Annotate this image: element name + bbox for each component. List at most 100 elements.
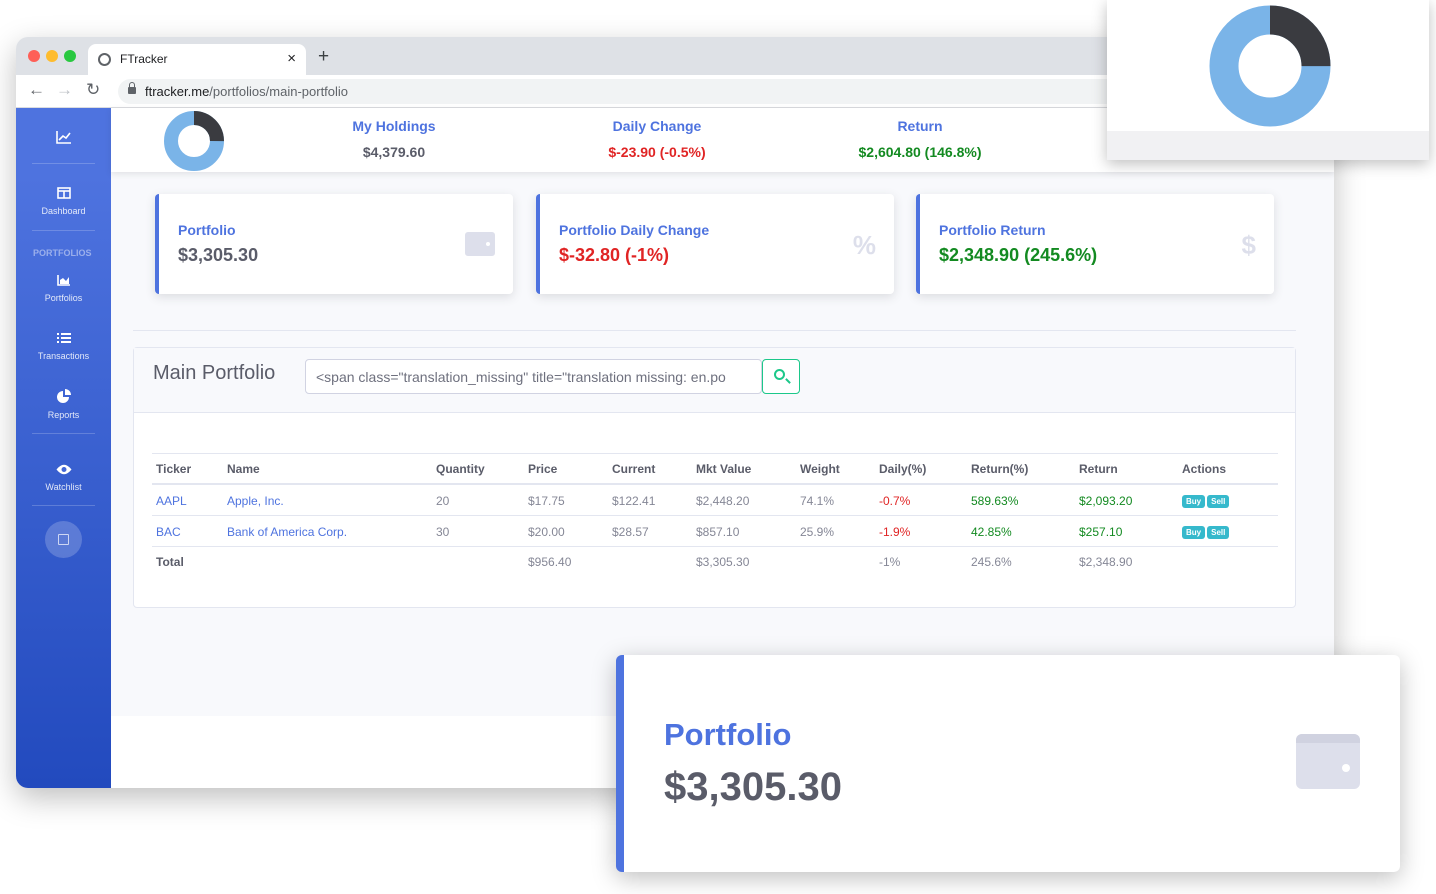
forward-arrow-icon[interactable]: →: [56, 80, 73, 100]
sidebar-item-transactions[interactable]: Transactions: [16, 331, 111, 361]
column-header[interactable]: Mkt Value: [692, 453, 796, 485]
sidebar-item-portfolios[interactable]: Portfolios: [16, 273, 111, 303]
holdings-donut-chart: [164, 111, 224, 171]
search-icon: [774, 369, 785, 380]
tab-title: FTracker: [120, 52, 168, 66]
sidebar-item-label: Reports: [47, 410, 80, 420]
my-holdings-stat: My Holdings $4,379.60: [294, 118, 494, 160]
lock-icon: [128, 82, 136, 94]
buy-button[interactable]: Buy: [1182, 495, 1206, 508]
sidebar-divider: [32, 163, 95, 164]
total-daily-cell: -1%: [879, 555, 901, 569]
zoomed-portfolio-card: Portfolio $3,305.30: [616, 655, 1400, 872]
name-link[interactable]: Apple, Inc.: [223, 484, 432, 516]
sidebar-item-dashboard[interactable]: Dashboard: [16, 186, 111, 216]
sidebar-brand[interactable]: [16, 130, 111, 151]
portfolio-daily-change-card: Portfolio Daily Change $-32.80 (-1%) %: [536, 194, 894, 294]
column-header[interactable]: Quantity: [432, 453, 524, 485]
card-label: Portfolio Return: [939, 222, 1046, 238]
search-button[interactable]: [762, 359, 800, 394]
column-header[interactable]: Current: [608, 453, 692, 485]
column-header[interactable]: Weight: [796, 453, 875, 485]
globe-icon: [98, 53, 111, 66]
return-pct-cell: 42.85%: [967, 515, 1075, 547]
maximize-window-button[interactable]: [64, 50, 76, 62]
my-holdings-label: My Holdings: [352, 118, 436, 134]
back-arrow-icon[interactable]: ←: [28, 80, 45, 100]
sidebar-item-reports[interactable]: Reports: [16, 389, 111, 420]
ticker-link[interactable]: BAC: [152, 515, 223, 547]
eye-icon: [16, 462, 111, 478]
percent-icon: %: [852, 230, 876, 260]
zoomed-donut-card: [1107, 0, 1429, 160]
buy-button[interactable]: Buy: [1182, 526, 1206, 539]
column-header[interactable]: Return: [1075, 453, 1178, 485]
sidebar-item-label: Watchlist: [45, 482, 82, 492]
sidebar: Dashboard PORTFOLIOS Portfolios Transact…: [16, 108, 111, 788]
card-value: $3,305.30: [178, 245, 259, 265]
return-stat: Return $2,604.80 (146.8%): [820, 118, 1020, 160]
divider: [133, 330, 1296, 331]
sidebar-toggle-button[interactable]: [45, 521, 82, 558]
sidebar-item-label: Transactions: [37, 351, 90, 361]
weight-cell: 25.9%: [796, 515, 875, 547]
zoomed-donut-chart: [1209, 5, 1331, 127]
wallet-icon: [465, 232, 495, 256]
ticker-link[interactable]: AAPL: [152, 484, 223, 516]
current-cell: $28.57: [608, 515, 692, 547]
sidebar-divider: [32, 230, 95, 231]
daily-change-value: $-23.90 (-0.5%): [608, 144, 706, 160]
panel-header: Main Portfolio: [134, 348, 1295, 413]
list-icon: [16, 331, 111, 347]
table-columns-icon: [16, 186, 111, 202]
chart-line-icon: [16, 130, 111, 147]
close-window-button[interactable]: [28, 50, 40, 62]
url-text: ftracker.me/portfolios/main-portfolio: [145, 84, 349, 99]
price-cell: $17.75: [524, 484, 608, 516]
column-header[interactable]: Daily(%): [875, 453, 967, 485]
column-header[interactable]: Name: [223, 453, 432, 485]
weight-cell: 74.1%: [796, 484, 875, 516]
name-link[interactable]: Bank of America Corp.: [223, 515, 432, 547]
holdings-table: Ticker Name Quantity Price Current Mkt V…: [152, 453, 1278, 576]
sell-button[interactable]: Sell: [1207, 495, 1230, 508]
total-row: Total $956.40 $3,305.30 -1% 245.6% $2,34…: [152, 547, 1278, 577]
sidebar-heading: PORTFOLIOS: [33, 248, 92, 258]
column-header[interactable]: Price: [524, 453, 608, 485]
dollar-icon: $: [1241, 230, 1256, 260]
column-header[interactable]: Return(%): [967, 453, 1075, 485]
sidebar-item-watchlist[interactable]: Watchlist: [16, 462, 111, 492]
current-cell: $122.41: [608, 484, 692, 516]
return-label: Return: [897, 118, 943, 134]
sidebar-divider: [32, 505, 95, 506]
panel-title: Main Portfolio: [153, 362, 276, 384]
total-return-pct-cell: 245.6%: [971, 555, 1012, 569]
card-label: Portfolio Daily Change: [559, 222, 710, 238]
sidebar-item-label: Dashboard: [41, 206, 86, 216]
reload-icon[interactable]: ↻: [86, 80, 100, 100]
card-footer: [1107, 131, 1429, 160]
card-value: $3,305.30: [664, 765, 842, 809]
table-row: BAC Bank of America Corp. 30 $20.00 $28.…: [152, 515, 1278, 547]
price-cell: $20.00: [524, 515, 608, 547]
table-row: AAPL Apple, Inc. 20 $17.75 $122.41 $2,44…: [152, 484, 1278, 516]
new-tab-button[interactable]: +: [318, 46, 329, 68]
total-price-cell: $956.40: [528, 555, 572, 569]
total-return-cell: $2,348.90: [1079, 555, 1133, 569]
return-cell: $2,093.20: [1075, 484, 1178, 516]
browser-tab[interactable]: FTracker ×: [88, 44, 306, 75]
tab-close-icon[interactable]: ×: [287, 50, 296, 67]
quantity-cell: 20: [432, 484, 524, 516]
daily-cell: -1.9%: [875, 515, 967, 547]
minimize-window-button[interactable]: [46, 50, 58, 62]
search-input[interactable]: [305, 359, 762, 394]
portfolio-return-card: Portfolio Return $2,348.90 (245.6%) $: [916, 194, 1274, 294]
actions-cell: Buy Sell: [1178, 484, 1278, 516]
my-holdings-value: $4,379.60: [362, 144, 426, 160]
return-pct-cell: 589.63%: [967, 484, 1075, 516]
chart-pie-icon: [16, 389, 111, 406]
column-header[interactable]: Ticker: [152, 453, 223, 485]
wallet-icon: [1296, 734, 1360, 789]
sell-button[interactable]: Sell: [1207, 526, 1230, 539]
return-cell: $257.10: [1075, 515, 1178, 547]
